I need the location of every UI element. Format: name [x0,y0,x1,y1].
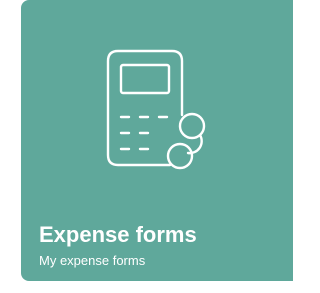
tile-subtitle: My expense forms [39,253,146,268]
calculator-coins-icon [104,47,208,177]
tile-title: Expense forms [39,222,197,247]
expense-forms-tile[interactable]: Expense forms My expense forms [21,0,293,281]
